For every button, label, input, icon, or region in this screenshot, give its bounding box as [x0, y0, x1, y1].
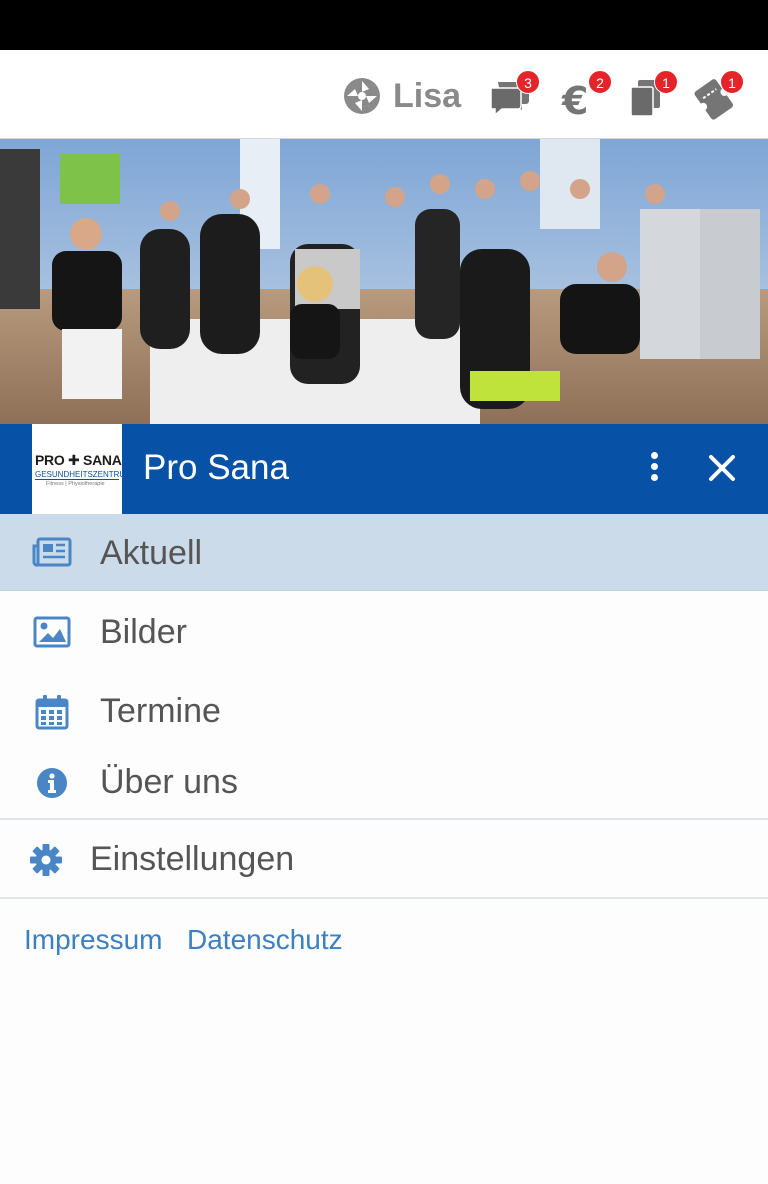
pro-sana-logo: PRO ✚ SANA GESUNDHEITSZENTRUM Fitness | …	[32, 424, 132, 514]
svg-text:€: €	[561, 79, 588, 120]
documents-badge: 1	[654, 70, 678, 94]
club-title: Pro Sana	[143, 448, 289, 487]
menu-item-label: Aktuell	[100, 534, 203, 572]
status-bar	[0, 0, 768, 50]
club-logo-icon	[344, 78, 380, 114]
messages-button[interactable]: 3	[488, 70, 540, 120]
more-options-button[interactable]	[640, 449, 668, 489]
user-name: Lisa	[393, 76, 462, 115]
tickets-button[interactable]: 1	[692, 70, 744, 120]
user-profile[interactable]: Lisa	[343, 76, 461, 116]
impressum-link[interactable]: Impressum	[24, 924, 162, 956]
tickets-badge: 1	[720, 70, 744, 94]
messages-badge: 3	[516, 70, 540, 94]
newspaper-icon	[32, 532, 72, 572]
menu-item-label: Bilder	[100, 613, 187, 651]
menu-item-label: Über uns	[100, 763, 238, 801]
image-icon	[32, 612, 72, 652]
documents-button[interactable]: 1	[626, 70, 678, 120]
menu-item-bilder[interactable]: Bilder	[0, 593, 768, 671]
payments-button[interactable]: € 2	[560, 70, 612, 123]
menu-item-termine[interactable]: Termine	[0, 672, 768, 750]
kebab-icon	[640, 452, 668, 481]
close-button[interactable]	[704, 450, 740, 486]
menu-item-einstellungen[interactable]: Einstellungen	[0, 820, 768, 898]
menu-item-label: Einstellungen	[90, 840, 295, 878]
gear-icon	[26, 840, 66, 880]
logo-text-tagline: Fitness | Physiotherapie	[46, 481, 105, 487]
menu-item-aktuell[interactable]: Aktuell	[0, 514, 768, 591]
logo-text-subtitle: GESUNDHEITSZENTRUM	[35, 470, 132, 479]
menu-item-label: Termine	[100, 692, 221, 730]
info-icon	[32, 763, 72, 803]
logo-divider	[35, 479, 119, 480]
calendar-icon	[32, 692, 72, 732]
payments-badge: 2	[588, 70, 612, 94]
gym-photo	[0, 139, 768, 424]
top-bar: Lisa 3 € 2 1 1	[0, 50, 768, 139]
footer-divider	[0, 897, 768, 899]
menu-item-ueber-uns[interactable]: Über uns	[0, 751, 768, 817]
logo-text-name: PRO ✚ SANA	[35, 452, 122, 468]
datenschutz-link[interactable]: Datenschutz	[187, 924, 343, 956]
close-icon	[709, 455, 735, 481]
brand-header: PRO ✚ SANA GESUNDHEITSZENTRUM Fitness | …	[0, 424, 768, 514]
